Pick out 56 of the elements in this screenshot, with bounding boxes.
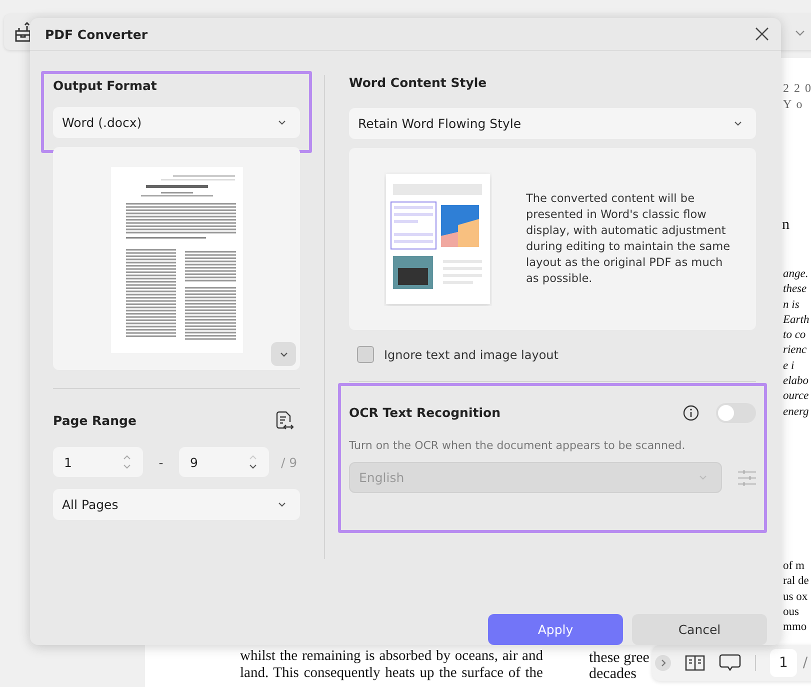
document-text: to co <box>783 328 807 344</box>
chevron-down-icon <box>278 120 286 125</box>
close-icon[interactable] <box>755 27 769 41</box>
document-text: energ <box>783 404 810 420</box>
checkbox-label: Ignore text and image layout <box>384 348 558 362</box>
document-text: n is <box>783 298 800 313</box>
sliders-icon[interactable] <box>738 470 756 486</box>
document-text: us ox <box>783 590 809 605</box>
range-separator: - <box>158 454 164 470</box>
chevron-down-icon <box>734 121 742 126</box>
comment-icon[interactable] <box>719 654 741 672</box>
chevron-right-icon[interactable] <box>655 655 671 671</box>
chevron-down-icon <box>699 475 707 480</box>
document-text: ous <box>783 604 800 620</box>
document-text: rienc <box>783 343 808 358</box>
document-text: of m <box>783 559 806 574</box>
format-dropdown[interactable]: Word (.docx) <box>53 107 300 138</box>
document-text: decades <box>589 666 638 682</box>
checkbox[interactable] <box>357 346 374 363</box>
ocr-hint: Turn on the OCR when the document appears to be scanned. <box>349 439 686 452</box>
document-text: ource <box>783 389 810 404</box>
chevron-down-icon <box>280 352 288 356</box>
section-label: Word Content Style <box>349 75 488 91</box>
style-description: The converted content will be presented in Word's classic flow display, with automatic adjustment during editing to maintain the same layout as the original PDF as much as possible. <box>526 191 732 287</box>
book-icon[interactable] <box>685 655 705 671</box>
document-text: these gree <box>589 650 650 666</box>
caret-icon[interactable] <box>795 30 805 36</box>
stepper-icon[interactable] <box>249 455 257 469</box>
document-text: elabo <box>783 374 810 390</box>
document-text: mmo <box>783 620 808 636</box>
page-to-field[interactable]: 9 <box>179 447 269 477</box>
toolbox-icon[interactable] <box>13 22 33 44</box>
chevron-down-icon <box>278 502 286 507</box>
page-total: / 9 <box>281 454 298 470</box>
document-text: whilst the remaining is absorbed by oceans, air and <box>240 648 543 665</box>
page-swap-icon[interactable] <box>276 411 294 431</box>
section-label: Page Range <box>53 413 136 429</box>
section-label: Output Format <box>53 78 158 94</box>
page-number-field[interactable]: 1 <box>770 649 797 677</box>
style-dropdown[interactable]: Retain Word Flowing Style <box>349 108 756 139</box>
document-text: e i <box>783 358 796 374</box>
apply-button[interactable]: Apply <box>488 614 623 645</box>
info-icon[interactable] <box>683 405 699 421</box>
page-total: / <box>802 655 808 671</box>
document-text: Y o <box>783 96 804 112</box>
document-text: these <box>783 282 808 298</box>
section-label: OCR Text Recognition <box>349 405 502 421</box>
page-from-field[interactable]: 1 <box>53 447 143 477</box>
document-text: ral de <box>783 574 809 590</box>
document-text: Earth <box>783 312 810 328</box>
page-scope-dropdown[interactable]: All Pages <box>53 489 300 520</box>
document-text: land. This consequently heats up the surface of the <box>240 665 543 682</box>
dialog-title: PDF Converter <box>45 26 148 42</box>
cancel-button[interactable]: Cancel <box>632 614 767 645</box>
document-text: n <box>782 218 790 234</box>
document-text: ange. <box>783 267 810 282</box>
